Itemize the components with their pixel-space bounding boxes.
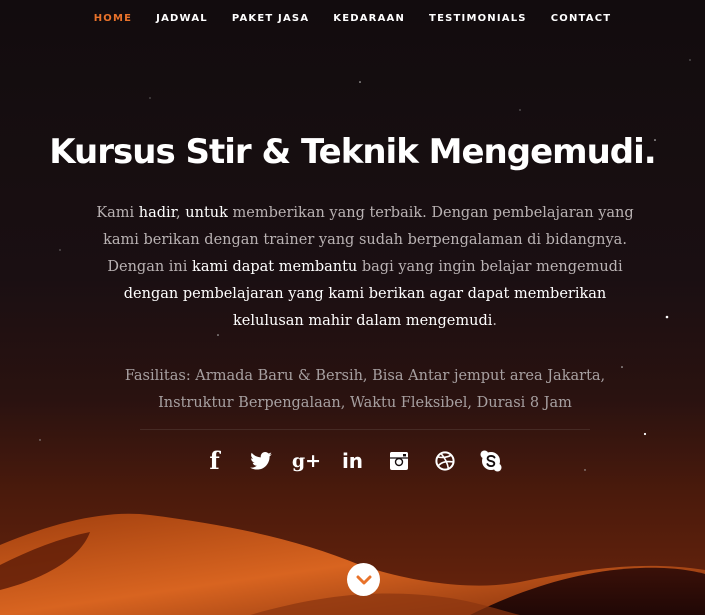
dribbble-icon[interactable] <box>432 447 458 475</box>
nav-item-testimonials[interactable]: TESTIMONIALS <box>417 13 539 24</box>
nav-item-paket-jasa[interactable]: PAKET JASA <box>220 13 321 24</box>
nav-item-home[interactable]: HOME <box>82 13 144 24</box>
twitter-icon[interactable] <box>248 447 274 475</box>
facebook-glyph: f <box>209 446 220 475</box>
skype-icon[interactable] <box>478 447 504 475</box>
description-text: , <box>176 205 186 221</box>
description-text: . <box>492 313 497 329</box>
chevron-down-icon <box>356 575 371 584</box>
hero-title: Kursus Stir & Teknik Mengemudi. <box>49 132 656 172</box>
hero-section: HOME JADWAL PAKET JASA KEDARAAN TESTIMONIALS… <box>0 0 705 615</box>
hero-description: Kami hadir, untuk memberikan yang terbai… <box>90 200 640 335</box>
description-text: bagi yang ingin belajar mengemudi <box>357 259 623 275</box>
divider <box>140 429 590 430</box>
instagram-glyph <box>389 452 408 470</box>
dribbble-glyph <box>434 451 455 471</box>
instagram-icon[interactable] <box>386 447 412 475</box>
facilities-text: Fasilitas: Armada Baru & Bersih, Bisa An… <box>124 368 606 411</box>
linkedin-glyph: in <box>341 449 364 473</box>
main-navigation: HOME JADWAL PAKET JASA KEDARAAN TESTIMONIALS… <box>0 0 705 36</box>
description-highlight: hadir <box>138 205 177 221</box>
nav-item-jadwal[interactable]: JADWAL <box>144 13 220 24</box>
nav-item-kedaraan[interactable]: KEDARAAN <box>321 13 417 24</box>
google-plus-icon[interactable]: g+ <box>291 447 322 475</box>
scroll-down-button[interactable] <box>347 563 380 596</box>
social-links: f g+ in <box>0 445 705 477</box>
nav-item-contact[interactable]: CONTACT <box>539 13 624 24</box>
desert-dunes-background <box>0 513 705 615</box>
google-plus-glyph: g+ <box>291 449 322 472</box>
linkedin-icon[interactable]: in <box>340 447 366 475</box>
skype-glyph <box>480 450 501 472</box>
description-highlight: untuk <box>185 205 228 221</box>
description-highlight: dengan pembelajaran yang kami berikan ag… <box>123 286 607 329</box>
description-text: Kami <box>96 205 139 221</box>
twitter-glyph <box>249 452 272 470</box>
description-highlight: kami dapat membantu <box>192 259 358 275</box>
facebook-icon[interactable]: f <box>202 447 228 475</box>
